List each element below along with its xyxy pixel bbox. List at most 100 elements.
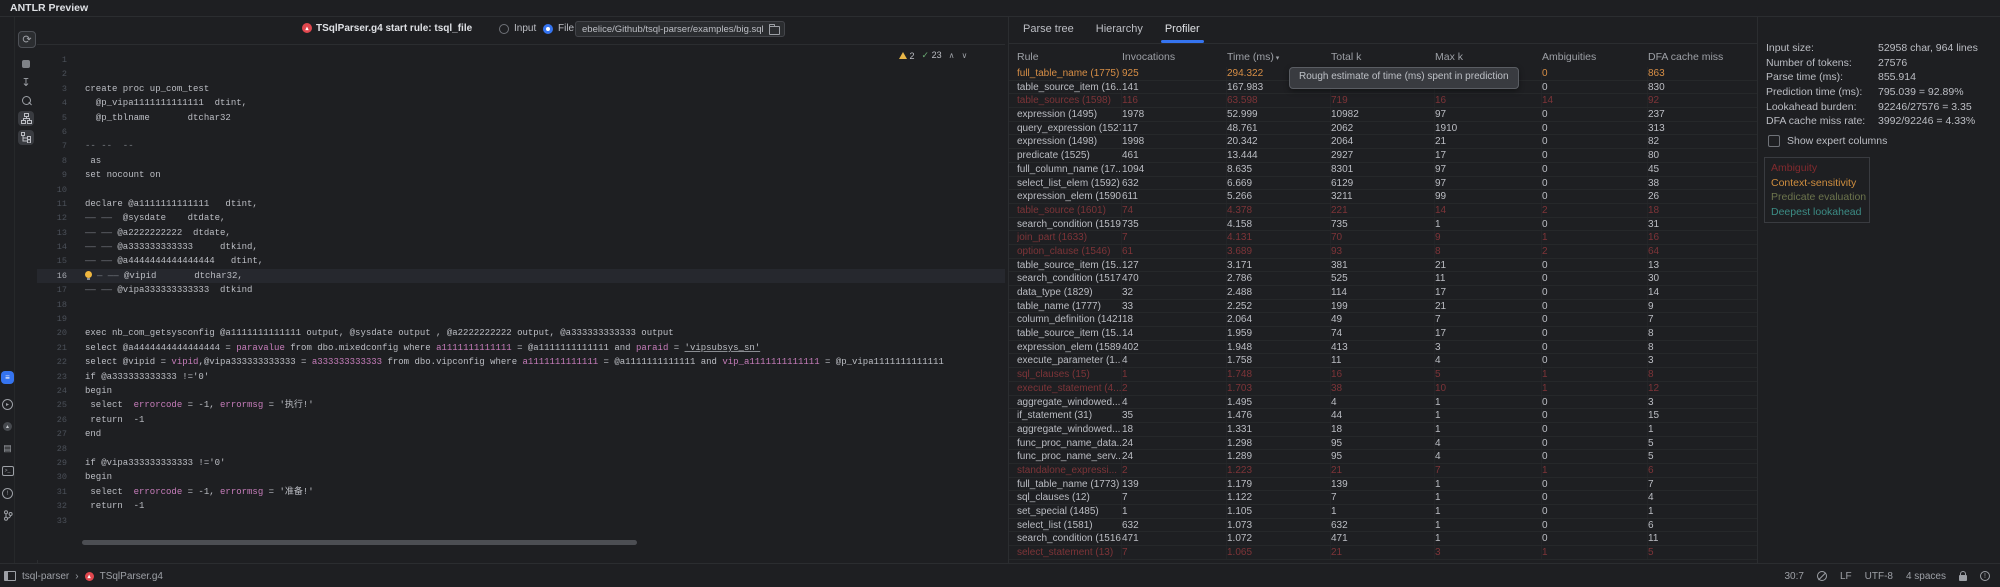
expert-columns-row[interactable]: Show expert columns — [1768, 135, 1887, 147]
table-row[interactable]: search_condition (1516)4711.0724711011 — [1009, 532, 1758, 546]
inspections-widget[interactable]: 2 ✓ 23 ∧ ∨ — [899, 50, 967, 61]
code-line[interactable]: 13—— —— @a2222222222 dtdate, — [37, 226, 1005, 240]
table-row[interactable]: aggregate_windowed...41.4954103 — [1009, 396, 1758, 410]
indent-setting[interactable]: 4 spaces — [1906, 571, 1946, 582]
refresh-button[interactable]: ⟳ — [18, 31, 36, 48]
code-line[interactable]: 26 return -1 — [37, 413, 1005, 427]
table-row[interactable]: select_list (1581)6321.073632106 — [1009, 519, 1758, 533]
column-header-total-k[interactable]: Total k — [1331, 51, 1435, 63]
table-row[interactable]: func_proc_name_data...241.29895405 — [1009, 437, 1758, 451]
antlr-preview-tool-icon[interactable]: ≡ — [1, 371, 14, 384]
table-row[interactable]: table_source_item (15...1273.17138121013 — [1009, 259, 1758, 273]
table-row[interactable]: select_statement (13)71.06521315 — [1009, 546, 1758, 560]
file-path-field[interactable]: ebelice/Github/tsql-parser/examples/big.… — [575, 21, 785, 37]
table-row[interactable]: set_special (1485)11.1051101 — [1009, 505, 1758, 519]
code-line[interactable]: 19 — [37, 312, 1005, 326]
code-line[interactable]: 23if @a333333333333 !='0' — [37, 370, 1005, 384]
scroll-to-source-icon[interactable]: ↧ — [18, 75, 34, 90]
hierarchy-view-icon[interactable] — [18, 111, 34, 126]
code-line[interactable]: 8 as — [37, 154, 1005, 168]
next-problem-icon[interactable]: ∨ — [961, 51, 967, 60]
prev-problem-icon[interactable]: ∧ — [949, 51, 955, 60]
column-header-invocations[interactable]: Invocations — [1122, 51, 1227, 63]
code-line[interactable]: 11declare @a1111111111111 dtint, — [37, 197, 1005, 211]
column-header-dfa-cache-miss[interactable]: DFA cache miss — [1648, 51, 1754, 63]
column-header-ambiguities[interactable]: Ambiguities — [1542, 51, 1648, 63]
highlight-level-icon[interactable] — [1817, 571, 1827, 581]
table-row[interactable]: full_table_name (1773)1391.179139107 — [1009, 478, 1758, 492]
table-row[interactable]: table_source (1601)744.37822114218 — [1009, 204, 1758, 218]
line-ending[interactable]: LF — [1840, 571, 1852, 582]
table-row[interactable]: func_proc_name_serv...241.28995405 — [1009, 450, 1758, 464]
code-line[interactable]: 3create proc up_com_test — [37, 82, 1005, 96]
column-header-rule[interactable]: Rule — [1017, 51, 1122, 63]
intention-bulb-icon[interactable] — [85, 271, 92, 278]
file-radio[interactable] — [543, 24, 553, 34]
code-line[interactable]: 32 return -1 — [37, 499, 1005, 513]
table-row[interactable]: standalone_expressi...21.22321716 — [1009, 464, 1758, 478]
code-line[interactable]: 17—— —— @vipa333333333333 dtkind — [37, 283, 1005, 297]
table-row[interactable]: table_source_item (15...141.959741708 — [1009, 327, 1758, 341]
breadcrumb-project[interactable]: tsql-parser — [22, 571, 69, 582]
code-line[interactable]: 20exec nb_com_getsysconfig @a11111111111… — [37, 326, 1005, 340]
table-row[interactable]: table_sources (1598)11663.598719161492 — [1009, 94, 1758, 108]
code-line[interactable]: 6 — [37, 125, 1005, 139]
code-line[interactable]: 25 select errorcode = -1, errormsg = '执行… — [37, 398, 1005, 412]
input-radio-label[interactable]: Input — [514, 23, 536, 34]
code-line[interactable]: 9set nocount on — [37, 168, 1005, 182]
code-line[interactable]: 12—— —— @sysdate dtdate, — [37, 211, 1005, 225]
code-line[interactable]: 27end — [37, 427, 1005, 441]
file-radio-label[interactable]: File — [558, 23, 574, 34]
table-row[interactable]: if_statement (31)351.476441015 — [1009, 409, 1758, 423]
code-line[interactable]: 16— —— @vipid dtchar32, — [37, 269, 1005, 283]
input-radio[interactable] — [499, 24, 509, 34]
code-line[interactable]: 31 select errorcode = -1, errormsg = '准备… — [37, 485, 1005, 499]
code-line[interactable]: 33 — [37, 514, 1005, 528]
code-line[interactable]: 7-- -- -- — [37, 139, 1005, 153]
table-row[interactable]: predicate (1525)46113.444292717080 — [1009, 149, 1758, 163]
lock-icon[interactable] — [1959, 575, 1967, 581]
code-line[interactable]: 22select @vipid = vipid,@vipa33333333333… — [37, 355, 1005, 369]
tab-profiler[interactable]: Profiler — [1165, 17, 1200, 43]
code-line[interactable]: 1 — [37, 53, 1005, 67]
table-row[interactable]: data_type (1829)322.48811417014 — [1009, 286, 1758, 300]
code-line[interactable]: 14—— —— @a333333333333 dtkind, — [37, 240, 1005, 254]
code-line[interactable]: 28 — [37, 442, 1005, 456]
search-icon[interactable] — [18, 93, 34, 108]
table-row[interactable]: expression (1498)199820.342206421082 — [1009, 135, 1758, 149]
code-line[interactable]: 10 — [37, 183, 1005, 197]
table-row[interactable]: expression_elem (1590)6115.266321199026 — [1009, 190, 1758, 204]
code-editor[interactable]: 123create proc up_com_test4 @p_vipa11111… — [37, 45, 1005, 560]
table-row[interactable]: aggregate_windowed...181.33118101 — [1009, 423, 1758, 437]
problems-icon[interactable]: ! — [1, 487, 14, 500]
table-row[interactable]: expression_elem (1589)4021.948413308 — [1009, 341, 1758, 355]
table-row[interactable]: sql_clauses (12)71.1227104 — [1009, 491, 1758, 505]
project-window-icon[interactable] — [4, 571, 16, 581]
stop-icon[interactable] — [18, 56, 34, 71]
table-row[interactable]: column_definition (1421)182.06449707 — [1009, 313, 1758, 327]
antlr-icon[interactable]: ▲ — [1, 420, 14, 433]
column-header-time-ms-[interactable]: Time (ms) ▾ — [1227, 51, 1331, 63]
code-line[interactable]: 15—— —— @a4444444444444444 dtint, — [37, 254, 1005, 268]
terminal-icon[interactable]: >_ — [1, 464, 14, 477]
table-row[interactable]: select_list_elem (1592)6326.669612997038 — [1009, 177, 1758, 191]
code-line[interactable]: 30begin — [37, 470, 1005, 484]
code-line[interactable]: 5 @p_tblname dtchar32 — [37, 111, 1005, 125]
table-row[interactable]: execute_parameter (1...41.75811403 — [1009, 354, 1758, 368]
code-line[interactable]: 29if @vipa333333333333 !='0' — [37, 456, 1005, 470]
tree-view-icon[interactable] — [18, 130, 34, 145]
version-control-icon[interactable] — [1, 509, 14, 522]
caret-position[interactable]: 30:7 — [1784, 571, 1803, 582]
code-line[interactable]: 4 @p_vipa1111111111111 dtint, — [37, 96, 1005, 110]
expert-columns-label[interactable]: Show expert columns — [1787, 135, 1887, 147]
table-row[interactable]: search_condition (1519)7354.1587351031 — [1009, 218, 1758, 232]
horizontal-scrollbar[interactable] — [82, 540, 637, 545]
folder-icon[interactable] — [769, 26, 780, 35]
code-line[interactable]: 24begin — [37, 384, 1005, 398]
code-line[interactable]: 2 — [37, 67, 1005, 81]
code-line[interactable]: 21select @a4444444444444444 = paravalue … — [37, 341, 1005, 355]
table-row[interactable]: sql_clauses (15)11.74816518 — [1009, 368, 1758, 382]
expert-columns-checkbox[interactable] — [1768, 135, 1780, 147]
table-row[interactable]: expression (1495)197852.99910982970237 — [1009, 108, 1758, 122]
notifications-icon[interactable]: ! — [1980, 571, 1990, 581]
